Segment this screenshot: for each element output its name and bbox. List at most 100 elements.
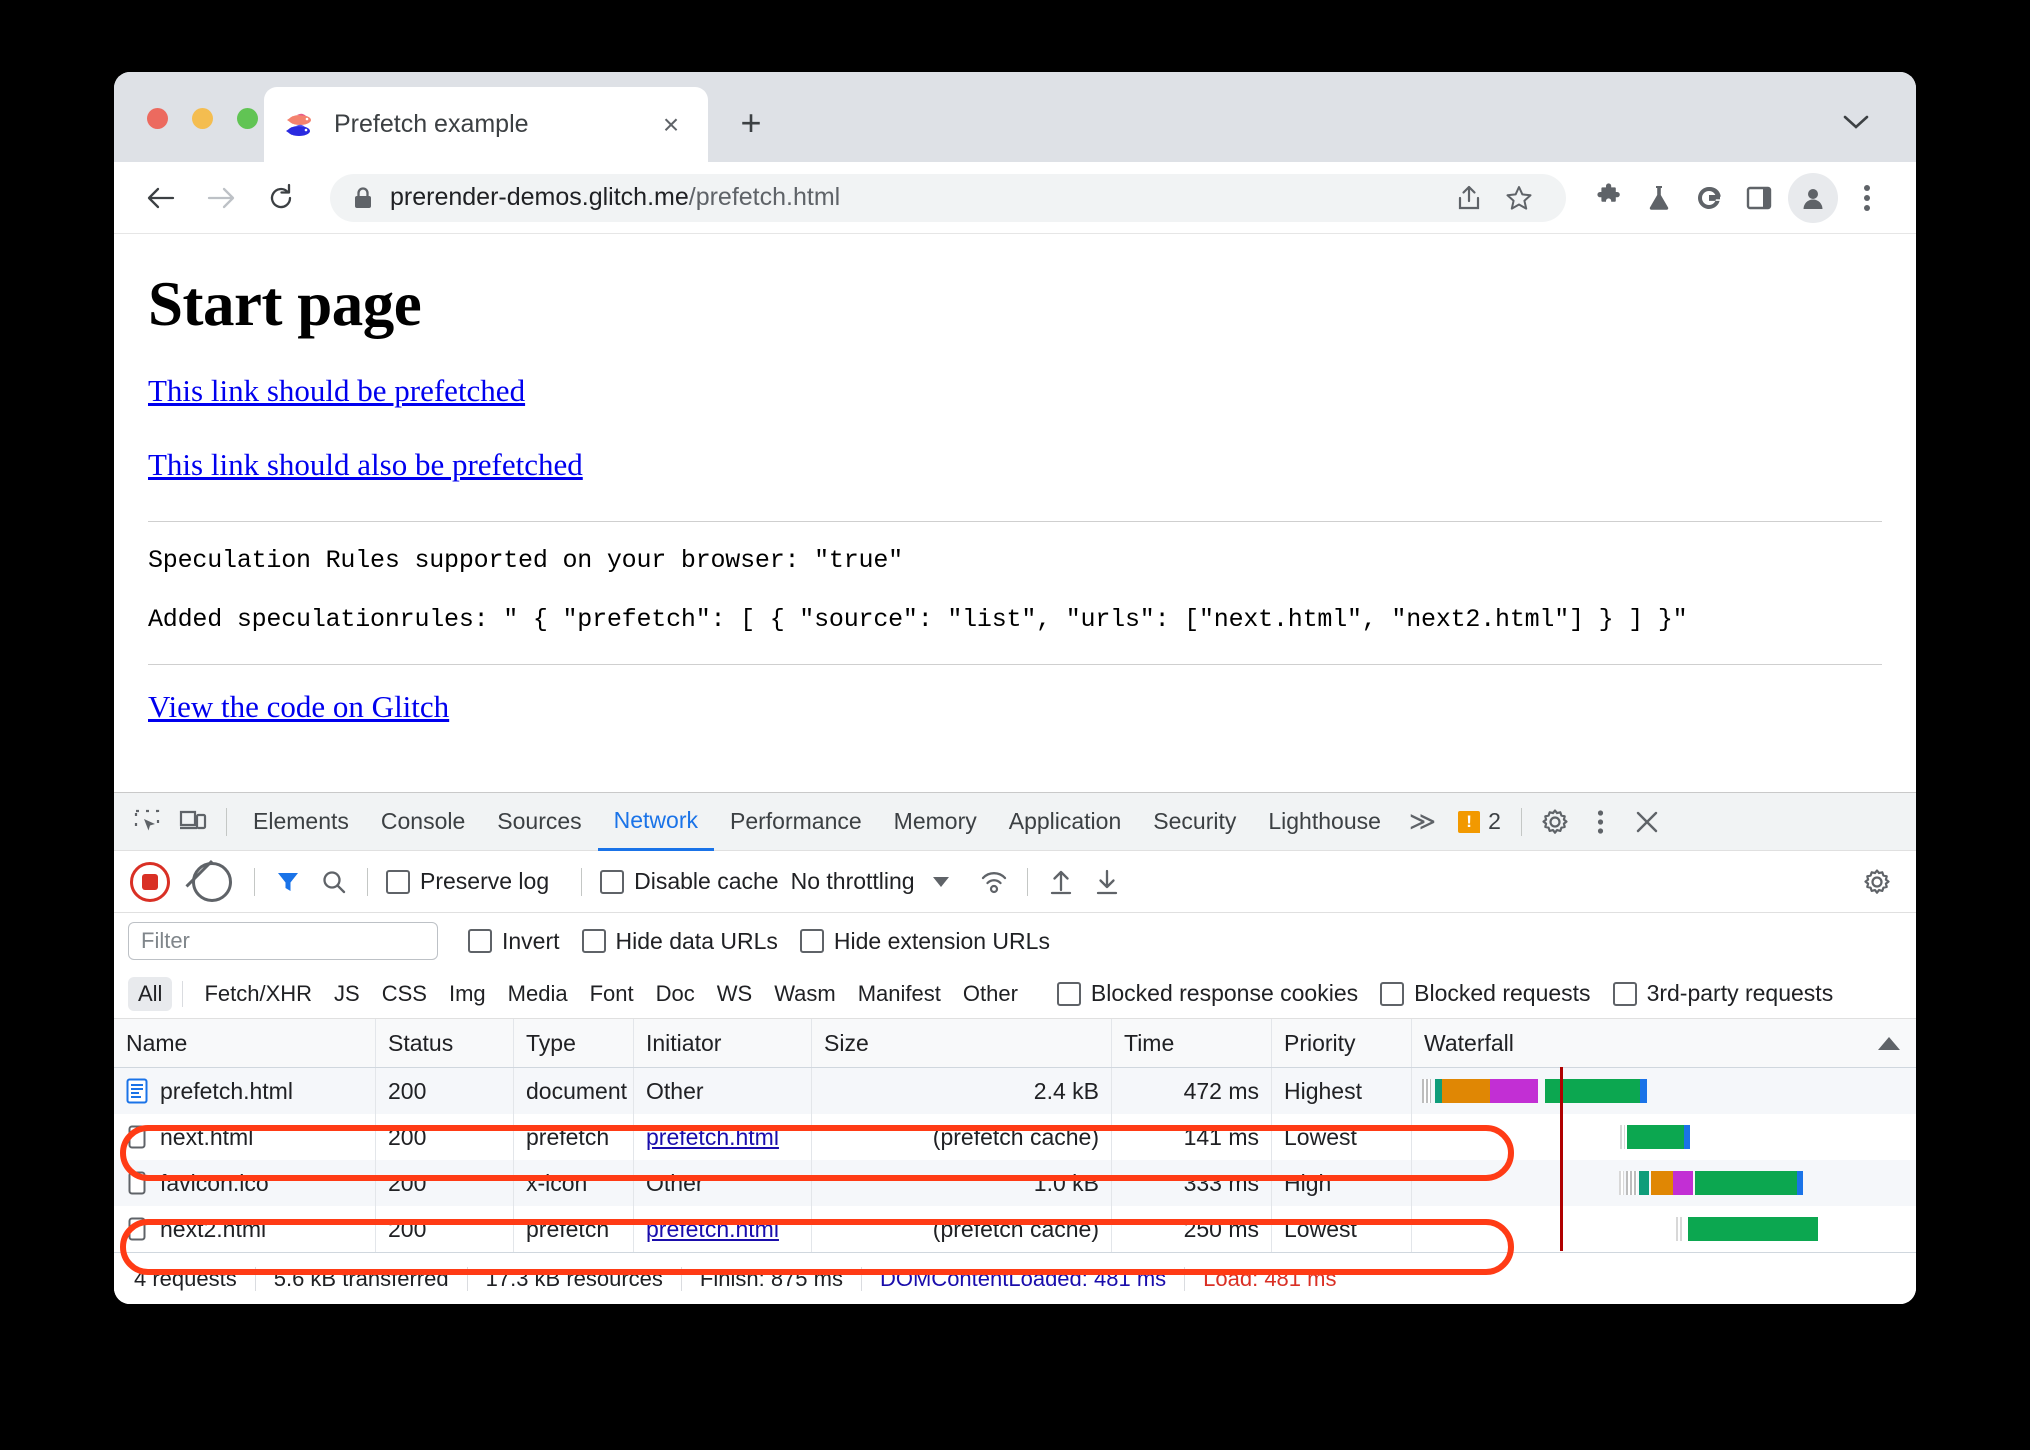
type-filter-css[interactable]: CSS (371, 981, 438, 1007)
side-panel-icon[interactable] (1734, 173, 1784, 223)
column-header-initiator[interactable]: Initiator (634, 1019, 812, 1067)
invert-group[interactable]: Invert (468, 928, 560, 955)
invert-checkbox[interactable] (468, 929, 492, 953)
row-name-cell[interactable]: next2.html (114, 1206, 376, 1252)
type-filter-manifest[interactable]: Manifest (847, 981, 952, 1007)
blocked-response-cookies-checkbox[interactable] (1056, 981, 1081, 1006)
hide-data-urls-checkbox[interactable] (581, 929, 606, 953)
column-header-priority[interactable]: Priority (1272, 1019, 1412, 1067)
row-name-cell[interactable]: favicon.ico (114, 1160, 376, 1206)
chevron-down-icon[interactable] (1836, 102, 1876, 142)
third-party-requests-group[interactable]: 3rd-party requests (1612, 980, 1833, 1007)
type-filter-ws[interactable]: WS (706, 981, 763, 1007)
third-party-requests-checkbox[interactable] (1612, 981, 1637, 1006)
type-filter-wasm[interactable]: Wasm (763, 981, 847, 1007)
prefetch-link-1[interactable]: This link should be prefetched (148, 373, 525, 409)
devtools-tab-lighthouse[interactable]: Lighthouse (1252, 793, 1397, 851)
maximize-window-button[interactable] (237, 108, 258, 129)
search-icon[interactable] (311, 859, 357, 905)
preserve-log-checkbox[interactable] (386, 869, 410, 894)
disable-cache-group[interactable]: Disable cache (600, 868, 779, 895)
type-filter-font[interactable]: Font (579, 981, 645, 1007)
devtools-settings-gear-icon[interactable] (1532, 799, 1578, 845)
hide-extension-urls-group[interactable]: Hide extension URLs (799, 928, 1050, 955)
clear-button[interactable] (192, 861, 232, 902)
devtools-tab-performance[interactable]: Performance (714, 793, 878, 851)
row-initiator-cell[interactable]: prefetch.html (634, 1206, 812, 1252)
back-button[interactable] (138, 175, 184, 221)
type-filter-img[interactable]: Img (438, 981, 497, 1007)
hide-extension-urls-checkbox[interactable] (799, 929, 824, 953)
forward-button[interactable] (198, 175, 244, 221)
table-row[interactable]: favicon.ico 200 x-icon Other 1.0 kB 333 … (114, 1160, 1916, 1206)
throttling-select[interactable]: No throttling (791, 868, 915, 895)
table-row[interactable]: prefetch.html 200 document Other 2.4 kB … (114, 1068, 1916, 1114)
type-filter-all[interactable]: All (128, 976, 173, 1011)
row-initiator-link[interactable]: prefetch.html (646, 1124, 779, 1151)
warnings-indicator[interactable]: ! 2 (1448, 808, 1511, 835)
row-name-cell[interactable]: next.html (114, 1114, 376, 1160)
row-initiator-link[interactable]: prefetch.html (646, 1216, 779, 1243)
close-window-button[interactable] (147, 108, 168, 129)
share-icon[interactable] (1444, 173, 1494, 223)
devtools-tab-sources[interactable]: Sources (481, 793, 597, 851)
row-initiator-cell[interactable]: prefetch.html (634, 1114, 812, 1160)
network-settings-gear-icon[interactable] (1854, 859, 1900, 905)
status-requests: 4 requests (134, 1265, 237, 1291)
glitch-code-link[interactable]: View the code on Glitch (148, 689, 449, 725)
more-tabs-icon[interactable]: ≫ (1397, 806, 1448, 837)
disable-cache-checkbox[interactable] (600, 869, 625, 894)
type-filter-other[interactable]: Other (952, 981, 1029, 1007)
column-header-status[interactable]: Status (376, 1019, 514, 1067)
filter-funnel-icon[interactable] (265, 859, 311, 905)
blocked-requests-group[interactable]: Blocked requests (1380, 980, 1591, 1007)
row-waterfall-cell (1412, 1160, 1916, 1206)
new-tab-button[interactable]: + (732, 104, 770, 142)
table-row[interactable]: next.html 200 prefetch prefetch.html (pr… (114, 1114, 1916, 1160)
throttling-caret-icon[interactable] (932, 876, 949, 887)
type-filter-doc[interactable]: Doc (645, 981, 706, 1007)
devtools-tab-elements[interactable]: Elements (237, 793, 365, 851)
close-tab-button[interactable]: × (654, 108, 688, 142)
reload-button[interactable] (258, 175, 304, 221)
network-conditions-icon[interactable] (971, 859, 1017, 905)
import-har-icon[interactable] (1038, 859, 1084, 905)
profile-avatar-icon[interactable] (1788, 172, 1838, 223)
close-devtools-icon[interactable] (1624, 799, 1670, 845)
table-row[interactable]: next2.html 200 prefetch prefetch.html (p… (114, 1206, 1916, 1252)
google-g-icon[interactable] (1684, 173, 1734, 223)
devtools-tab-security[interactable]: Security (1137, 793, 1252, 851)
devtools-more-menu-icon[interactable] (1578, 799, 1624, 845)
hide-data-urls-group[interactable]: Hide data URLs (581, 928, 778, 955)
column-header-waterfall[interactable]: Waterfall (1412, 1019, 1916, 1067)
labs-flask-icon[interactable] (1634, 173, 1684, 223)
devtools-tab-application[interactable]: Application (993, 793, 1138, 851)
minimize-window-button[interactable] (192, 108, 213, 129)
toolbar-divider-1 (254, 867, 255, 896)
inspect-element-icon[interactable] (124, 799, 170, 845)
type-filter-fetch-xhr[interactable]: Fetch/XHR (193, 981, 323, 1007)
type-filter-js[interactable]: JS (323, 981, 371, 1007)
column-header-size[interactable]: Size (812, 1019, 1112, 1067)
browser-tab[interactable]: Prefetch example × (264, 87, 708, 162)
chrome-menu-icon[interactable] (1842, 173, 1892, 223)
bookmark-star-icon[interactable] (1494, 173, 1544, 223)
prefetch-link-2[interactable]: This link should also be prefetched (148, 447, 583, 483)
type-filter-media[interactable]: Media (497, 981, 579, 1007)
address-bar[interactable]: prerender-demos.glitch.me/prefetch.html (330, 173, 1566, 223)
preserve-log-group[interactable]: Preserve log (386, 868, 549, 895)
column-header-name[interactable]: Name (114, 1019, 376, 1067)
export-har-icon[interactable] (1084, 859, 1130, 905)
column-header-type[interactable]: Type (514, 1019, 634, 1067)
device-toolbar-icon[interactable] (170, 799, 216, 845)
devtools-tab-network[interactable]: Network (597, 793, 714, 851)
filter-input[interactable]: Filter (128, 922, 438, 960)
blocked-response-cookies-group[interactable]: Blocked response cookies (1056, 980, 1358, 1007)
column-header-time[interactable]: Time (1112, 1019, 1272, 1067)
row-name-cell[interactable]: prefetch.html (114, 1068, 376, 1114)
record-button[interactable] (130, 861, 170, 902)
blocked-requests-checkbox[interactable] (1380, 981, 1405, 1006)
extensions-puzzle-icon[interactable] (1584, 173, 1634, 223)
devtools-tab-memory[interactable]: Memory (878, 793, 993, 851)
devtools-tab-console[interactable]: Console (365, 793, 481, 851)
